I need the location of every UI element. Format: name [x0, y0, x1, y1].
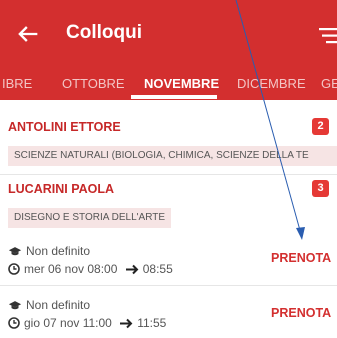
- graduation-cap-icon: [8, 301, 22, 310]
- book-button[interactable]: PRENOTA: [271, 251, 331, 265]
- teacher-name[interactable]: ANTOLINI ETTORE: [8, 120, 121, 134]
- teacher-name[interactable]: LUCARINI PAOLA: [8, 182, 114, 196]
- book-button[interactable]: PRENOTA: [271, 306, 331, 320]
- clock-icon: [8, 263, 20, 275]
- arrow-right-icon: [125, 264, 139, 275]
- arrow-left-icon[interactable]: [14, 20, 42, 48]
- tab-indicator: [131, 95, 217, 99]
- tab-ottobre[interactable]: OTTOBRE: [62, 76, 125, 91]
- subject-chip: SCIENZE NATURALI (BIOLOGIA, CHIMICA, SCI…: [8, 146, 337, 166]
- slot-type-label: Non definito: [26, 298, 91, 312]
- count-badge: 3: [312, 180, 329, 197]
- slot-time: mer 06 nov 08:00 08:55: [8, 262, 173, 276]
- page-title: Colloqui: [66, 22, 142, 43]
- slot-start: mer 06 nov 08:00: [24, 262, 118, 276]
- count-badge: 2: [312, 118, 329, 135]
- tab-settembre[interactable]: IBRE: [2, 76, 32, 91]
- graduation-cap-icon: [8, 247, 22, 256]
- arrow-right-icon: [120, 318, 133, 329]
- clock-icon: [8, 317, 20, 329]
- tab-dicembre[interactable]: DICEMBRE: [237, 76, 306, 91]
- slot-type: Non definito: [8, 244, 90, 258]
- slot-end: 08:55: [142, 262, 173, 276]
- divider: [0, 174, 337, 175]
- slot-time: gio 07 nov 11:00 11:55: [8, 316, 166, 330]
- slot-end: 11:55: [137, 316, 167, 330]
- slot-type-label: Non definito: [26, 244, 91, 258]
- subject-chip: DISEGNO E STORIA DELL'ARTE: [8, 208, 172, 228]
- tab-novembre[interactable]: NOVEMBRE: [144, 76, 219, 91]
- tab-gennaio[interactable]: GE: [321, 76, 337, 91]
- divider: [0, 285, 337, 286]
- slot-start: gio 07 nov 11:00: [24, 316, 112, 330]
- app-bar: Colloqui IBRE OTTOBRE NOVEMBRE DICEMBRE …: [0, 0, 337, 100]
- slot-type: Non definito: [8, 298, 90, 312]
- filter-icon[interactable]: [313, 26, 337, 46]
